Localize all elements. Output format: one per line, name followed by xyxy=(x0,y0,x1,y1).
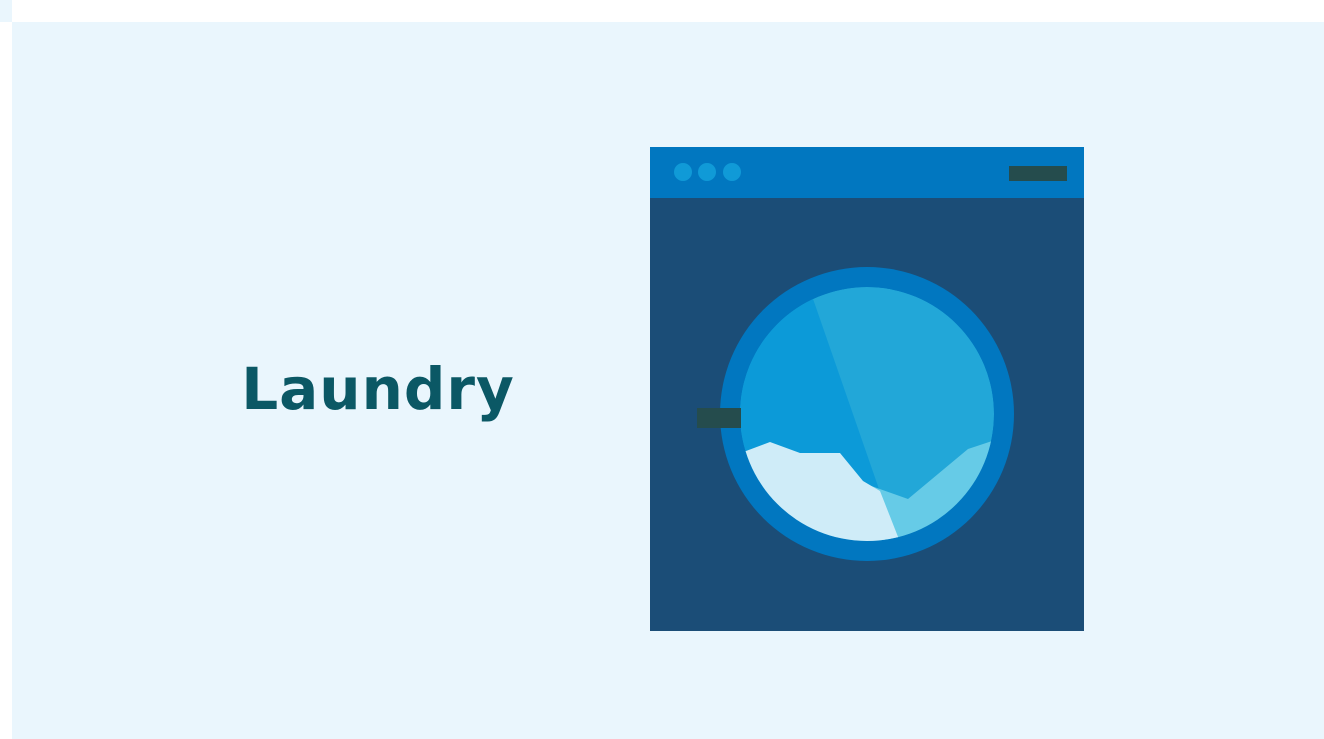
panel-display xyxy=(1009,166,1067,181)
control-dot-icon xyxy=(674,163,692,181)
door-handle xyxy=(697,408,741,428)
page-title: Laundry xyxy=(241,355,515,423)
corner-mark xyxy=(0,0,12,22)
page: Laundry xyxy=(0,0,1324,739)
control-dot-icon xyxy=(723,163,741,181)
washing-machine-illustration xyxy=(650,147,1084,631)
control-dot-icon xyxy=(698,163,716,181)
